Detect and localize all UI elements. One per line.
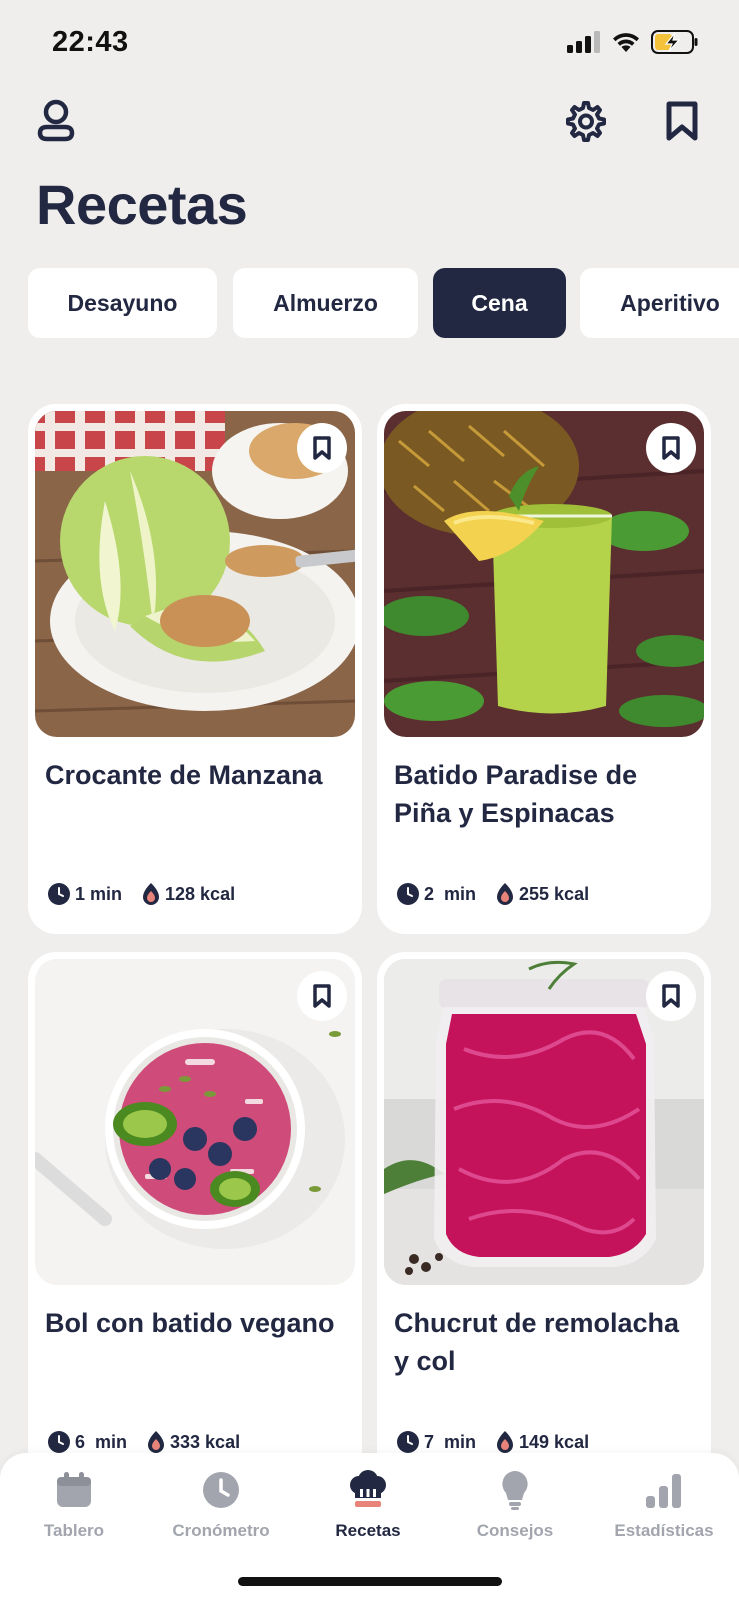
nav-label: Tablero [43,1521,105,1540]
tab-aperitivo[interactable]: Aperitivo [580,268,739,338]
signal-icon [567,31,600,53]
recipe-title: Batido Paradise de Piña y Espinacas [394,760,638,828]
clock-icon [48,883,70,905]
page-title: Recetas [36,173,248,236]
nav-label: Estadísticas [614,1521,714,1540]
bookmark-button[interactable] [297,971,347,1021]
nav-label: Cronómetro [172,1521,270,1540]
status-icons [567,30,699,54]
recipe-meta: 6 min 333 kcal [48,1430,260,1454]
clock-icon [48,1431,70,1453]
nav-label: Consejos [476,1521,554,1540]
lightbulb-icon [502,1471,528,1510]
recipe-title: Chucrut de remolacha y col [394,1308,680,1376]
nav-tablero[interactable]: Tablero [0,1467,148,1541]
recipe-title: Crocante de Manzana [45,760,323,790]
nav-consejos[interactable]: Consejos [441,1467,589,1541]
nav-recetas[interactable]: Recetas [294,1467,442,1541]
status-bar: 22:43 [0,0,739,88]
tab-almuerzo[interactable]: Almuerzo [233,268,418,338]
recipe-time: 6 min [75,1431,128,1452]
nav-estadisticas[interactable]: Estadísticas [590,1467,738,1541]
recipe-image [35,411,355,737]
recipe-card[interactable]: Chucrut de remolacha y col 7 min 149 kca… [377,952,711,1482]
flame-icon [497,1431,514,1453]
recipe-meta: 1 min 128 kcal [48,882,255,906]
recipe-time: 7 min [424,1431,477,1452]
flame-icon [148,1431,165,1453]
bookmark-icon [313,984,331,1008]
flame-icon [143,883,160,905]
recipe-kcal: 255 kcal [519,883,590,904]
recipe-card[interactable]: Crocante de Manzana 1 min 128 kcal [28,404,362,934]
recipe-time: 1 min [75,883,123,904]
bookmark-icon [662,436,680,460]
recipe-kcal: 149 kcal [519,1431,590,1452]
recipe-image [384,411,704,737]
bookmark-button[interactable] [646,423,696,473]
wifi-icon [613,33,639,52]
tab-desayuno[interactable]: Desayuno [28,268,217,338]
nav-cronometro[interactable]: Cronómetro [147,1467,295,1541]
battery-charging-icon [651,30,698,54]
home-indicator [238,1577,502,1586]
bookmark-icon [666,101,698,141]
gear-icon [566,101,606,142]
clock-icon [397,1431,419,1453]
recipe-image [384,959,704,1285]
bookmark-button[interactable] [297,423,347,473]
status-time: 22:43 [52,26,129,58]
recipe-meta: 2 min 255 kcal [397,882,609,906]
bookmark-button[interactable] [646,971,696,1021]
clock-icon [397,883,419,905]
recipe-kcal: 333 kcal [170,1431,241,1452]
flame-icon [497,883,514,905]
nav-label: Recetas [335,1521,401,1540]
recipe-time: 2 min [424,883,477,904]
settings-button[interactable] [560,95,612,147]
bar-chart-icon [646,1474,681,1508]
clock-icon [203,1472,239,1508]
saved-recipes-button[interactable] [656,95,708,147]
bookmark-icon [313,436,331,460]
top-bar [0,95,739,155]
recipe-card[interactable]: Bol con batido vegano 6 min 333 kcal [28,952,362,1482]
recipe-card[interactable]: Batido Paradise de Piña y Espinacas 2 mi… [377,404,711,934]
recipe-title: Bol con batido vegano [45,1308,335,1338]
tab-cena[interactable]: Cena [433,268,566,338]
category-tabs: Desayuno Almuerzo Cena Aperitivo [28,268,739,338]
recipe-kcal: 128 kcal [165,883,236,904]
chef-hat-icon [350,1470,386,1507]
profile-icon [37,99,75,142]
recipe-image [35,959,355,1285]
recipe-meta: 7 min 149 kcal [397,1430,609,1454]
calendar-icon [57,1472,91,1507]
profile-button[interactable] [30,95,82,147]
bookmark-icon [662,984,680,1008]
